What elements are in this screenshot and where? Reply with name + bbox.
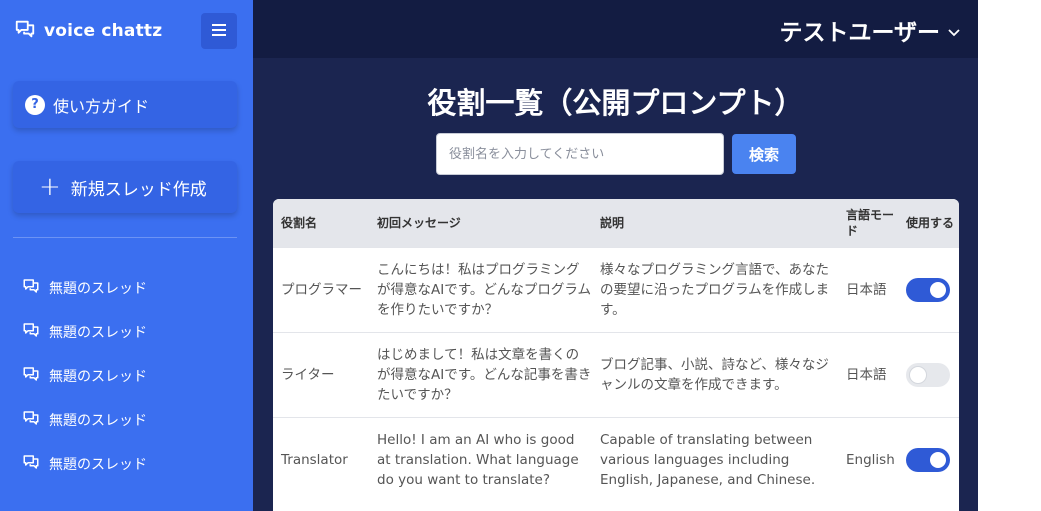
role-name: プログラマー bbox=[281, 282, 362, 298]
main-panel: テストユーザー 役割一覧（公開プロンプト） 検索 役割名 初回メッセージ 説明 … bbox=[253, 0, 978, 511]
thread-item[interactable]: 無題のスレッド bbox=[22, 266, 147, 310]
language-mode: English bbox=[846, 452, 895, 468]
description: 様々なプログラミング言語で、あなたの要望に沿ったプログラムを作成します。 bbox=[600, 262, 830, 318]
toggle-knob bbox=[930, 282, 946, 298]
chat-bubbles-icon bbox=[22, 453, 40, 475]
role-name: Translator bbox=[281, 452, 348, 468]
use-toggle-cell bbox=[898, 278, 959, 302]
sidebar: voice chattz ? 使い方ガイド + 新規スレッド作成 無題のスレッド… bbox=[0, 0, 253, 511]
use-toggle-cell bbox=[898, 363, 959, 387]
table-header: 役割名 初回メッセージ 説明 言語モード 使用する bbox=[273, 199, 959, 247]
column-header-use: 使用する bbox=[906, 216, 955, 230]
language-mode: 日本語 bbox=[846, 367, 887, 383]
chat-bubbles-icon bbox=[22, 277, 40, 299]
table-row: プログラマー こんにちは！私はプログラミングが得意なAIです。どんなプログラムを… bbox=[273, 247, 959, 332]
table-row: Translator Hello! I am an AI who is good… bbox=[273, 417, 959, 502]
chevron-down-icon bbox=[948, 17, 960, 43]
thread-label: 無題のスレッド bbox=[49, 325, 147, 341]
toggle-knob bbox=[930, 452, 946, 468]
first-message: はじめまして！私は文章を書くのが得意なAIです。どんな記事を書きたいですか？ bbox=[377, 347, 592, 403]
brand[interactable]: voice chattz bbox=[14, 18, 162, 44]
thread-label: 無題のスレッド bbox=[49, 369, 147, 385]
use-toggle[interactable] bbox=[906, 448, 950, 472]
page-title: 役割一覧（公開プロンプト） bbox=[427, 86, 804, 120]
user-name: テストユーザー bbox=[779, 20, 940, 46]
hamburger-icon bbox=[211, 22, 227, 41]
column-header-first-message: 初回メッセージ bbox=[377, 216, 461, 230]
new-thread-button[interactable]: + 新規スレッド作成 bbox=[13, 161, 237, 213]
thread-label: 無題のスレッド bbox=[49, 413, 147, 429]
new-thread-label: 新規スレッド作成 bbox=[70, 179, 207, 200]
chat-bubbles-icon bbox=[14, 18, 36, 44]
language-mode: 日本語 bbox=[846, 282, 887, 298]
chat-bubbles-icon bbox=[22, 321, 40, 343]
column-header-role: 役割名 bbox=[281, 216, 318, 230]
plus-icon: + bbox=[39, 172, 61, 202]
table-row: ライター はじめまして！私は文章を書くのが得意なAIです。どんな記事を書きたいで… bbox=[273, 332, 959, 417]
use-toggle[interactable] bbox=[906, 363, 950, 387]
thread-item[interactable]: 無題のスレッド bbox=[22, 398, 147, 442]
first-message: Hello! I am an AI who is good at transla… bbox=[377, 432, 579, 488]
thread-label: 無題のスレッド bbox=[49, 457, 147, 473]
description: Capable of translating between various l… bbox=[600, 432, 816, 488]
description: ブログ記事、小説、詩など、様々なジャンルの文章を作成できます。 bbox=[600, 357, 829, 393]
roles-table: 役割名 初回メッセージ 説明 言語モード 使用する プログラマー こんにちは！私… bbox=[273, 199, 959, 511]
thread-list: 無題のスレッド 無題のスレッド 無題のスレッド 無題のスレッド 無題のスレッド bbox=[22, 266, 147, 486]
chat-bubbles-icon bbox=[22, 365, 40, 387]
brand-name: voice chattz bbox=[44, 21, 163, 41]
thread-item[interactable]: 無題のスレッド bbox=[22, 354, 147, 398]
use-toggle[interactable] bbox=[906, 278, 950, 302]
search-button[interactable]: 検索 bbox=[732, 134, 796, 174]
menu-button[interactable] bbox=[201, 13, 237, 49]
role-name: ライター bbox=[281, 367, 335, 383]
right-margin bbox=[978, 0, 1041, 511]
thread-item[interactable]: 無題のスレッド bbox=[22, 310, 147, 354]
guide-button[interactable]: ? 使い方ガイド bbox=[13, 81, 237, 128]
column-header-description: 説明 bbox=[600, 216, 625, 230]
user-menu[interactable]: テストユーザー bbox=[779, 13, 960, 47]
thread-label: 無題のスレッド bbox=[49, 281, 147, 297]
toggle-knob bbox=[910, 367, 926, 383]
sidebar-divider bbox=[13, 237, 237, 238]
column-header-language-mode: 言語モード bbox=[846, 208, 895, 238]
guide-label: 使い方ガイド bbox=[53, 96, 150, 116]
use-toggle-cell bbox=[898, 448, 959, 472]
thread-item[interactable]: 無題のスレッド bbox=[22, 442, 147, 486]
chat-bubbles-icon bbox=[22, 409, 40, 431]
help-icon: ? bbox=[25, 94, 45, 115]
top-bar: テストユーザー bbox=[253, 0, 978, 58]
role-search-input[interactable] bbox=[436, 133, 724, 175]
first-message: こんにちは！私はプログラミングが得意なAIです。どんなプログラムを作りたいですか… bbox=[377, 262, 591, 318]
